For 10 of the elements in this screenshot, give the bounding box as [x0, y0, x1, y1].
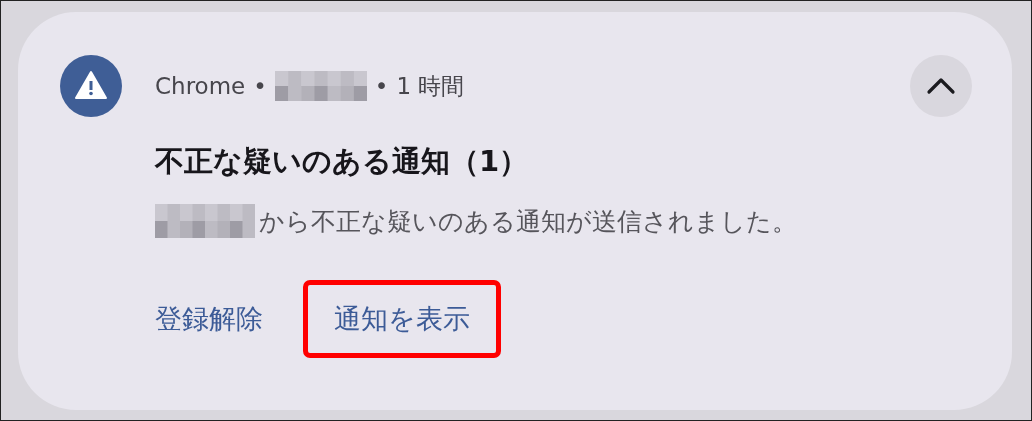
notification-message: から不正な疑いのある通知が送信されました。	[259, 205, 797, 238]
separator-dot: •	[253, 73, 267, 99]
app-name: Chrome	[155, 73, 246, 99]
notification-title: 不正な疑いのある通知（1）	[155, 143, 530, 180]
action-button[interactable]: 通知を表示	[303, 280, 501, 358]
action-button[interactable]: 登録解除	[152, 301, 263, 337]
chevron-icon	[926, 77, 956, 95]
timestamp: 1 時間	[396, 71, 465, 101]
separator-dot: •	[374, 73, 389, 99]
warning-icon	[60, 55, 122, 117]
